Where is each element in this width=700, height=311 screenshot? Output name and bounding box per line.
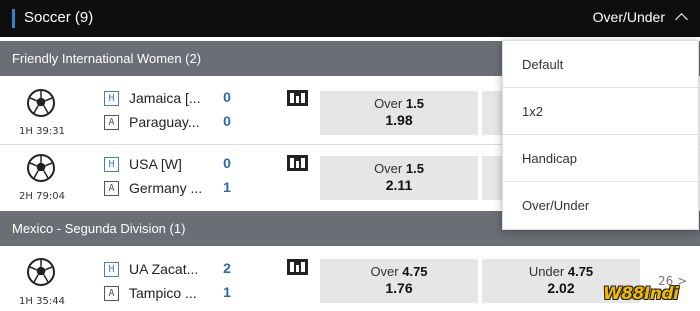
sport-title[interactable]: Soccer (9) <box>24 9 93 26</box>
accent-bar <box>12 9 15 28</box>
home-team[interactable]: H USA [W] <box>104 154 213 174</box>
odds-price: 1.76 <box>385 280 413 296</box>
market-type-dropdown: Default 1x2 Handicap Over/Under <box>502 40 699 230</box>
odds-line: 1.5 <box>405 96 424 111</box>
soccer-ball-icon <box>27 258 55 286</box>
away-team-name: Tampico ... <box>129 285 197 301</box>
match-clock: 1H 39:31 <box>19 126 65 137</box>
stats-icon[interactable] <box>287 90 308 106</box>
home-team-name: Jamaica [... <box>129 90 201 106</box>
odds-line: 4.75 <box>567 264 594 279</box>
odds-label: Over <box>370 264 399 279</box>
away-score: 1 <box>223 284 231 300</box>
odds-over-button[interactable]: Over 1.5 1.98 <box>320 91 478 135</box>
away-badge: A <box>104 285 119 301</box>
chevron-up-icon <box>675 12 688 26</box>
away-team-name: Paraguay... <box>129 114 200 130</box>
dropdown-option-handicap[interactable]: Handicap <box>503 135 698 182</box>
odds-price: 1.98 <box>385 112 413 128</box>
away-score: 1 <box>223 179 231 195</box>
odds-price: 2.11 <box>385 177 413 193</box>
away-team-name: Germany ... <box>129 180 203 196</box>
home-badge: H <box>104 261 119 277</box>
soccer-ball-icon <box>27 154 55 182</box>
market-type-selector[interactable]: Over/Under <box>592 9 688 26</box>
away-team[interactable]: A Germany ... <box>104 178 213 198</box>
home-score: 0 <box>223 89 231 105</box>
home-team[interactable]: H UA Zacat... <box>104 259 213 279</box>
sport-header: Soccer (9) Over/Under <box>0 0 700 37</box>
dropdown-option-1x2[interactable]: 1x2 <box>503 88 698 135</box>
home-badge: H <box>104 156 119 172</box>
home-score: 2 <box>223 260 231 276</box>
odds-label: Over <box>374 96 403 111</box>
stats-icon[interactable] <box>287 259 308 275</box>
odds-over-button[interactable]: Over 4.75 1.76 <box>320 259 478 303</box>
market-type-label: Over/Under <box>592 9 665 25</box>
home-badge: H <box>104 90 119 106</box>
stats-icon[interactable] <box>287 155 308 171</box>
soccer-ball-icon <box>27 89 55 117</box>
odds-label: Under <box>528 264 565 279</box>
away-badge: A <box>104 114 119 130</box>
home-score: 0 <box>223 155 231 171</box>
away-team[interactable]: A Paraguay... <box>104 112 213 132</box>
away-badge: A <box>104 180 119 196</box>
home-team[interactable]: H Jamaica [... <box>104 88 213 108</box>
home-team-name: USA [W] <box>129 156 182 172</box>
away-score: 0 <box>223 113 231 129</box>
home-team-name: UA Zacat... <box>129 261 199 277</box>
odds-label: Over <box>374 161 403 176</box>
odds-line: 1.5 <box>405 161 424 176</box>
dropdown-option-default[interactable]: Default <box>503 41 698 88</box>
odds-over-button[interactable]: Over 1.5 2.11 <box>320 156 478 200</box>
watermark-logo: W88Indi <box>603 284 679 304</box>
match-clock: 2H 79:04 <box>19 191 65 202</box>
away-team[interactable]: A Tampico ... <box>104 283 213 303</box>
odds-line: 4.75 <box>402 264 428 279</box>
match-clock: 1H 35:44 <box>19 296 65 307</box>
match-row: 1H 35:44 H UA Zacat... A Tampico ... 2 1… <box>0 249 700 311</box>
dropdown-option-over-under[interactable]: Over/Under <box>503 182 698 229</box>
